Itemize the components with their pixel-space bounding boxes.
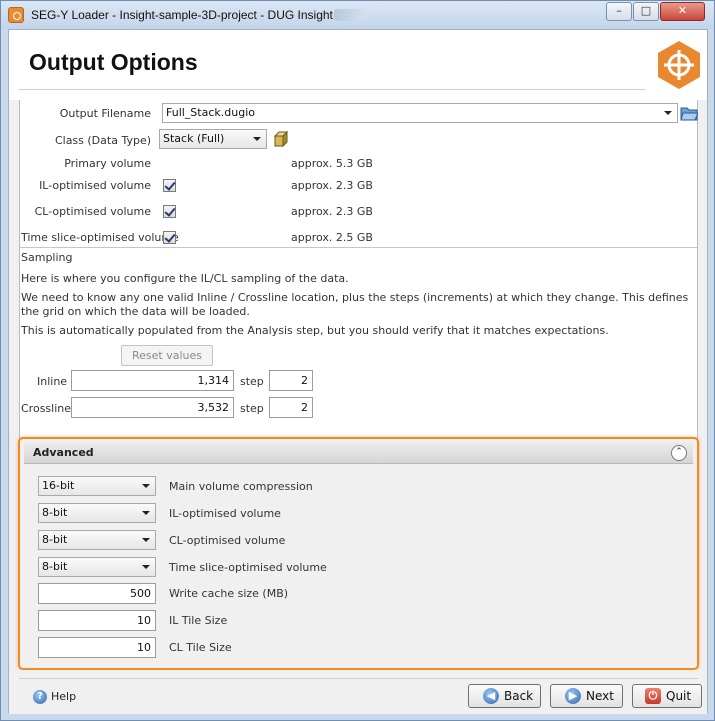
quit-button[interactable]: ⏻ Quit — [632, 684, 702, 708]
cl-optimised-compression-label: CL-optimised volume — [169, 534, 286, 547]
quit-button-label: Quit — [666, 689, 692, 703]
time-slice-compression-label: Time slice-optimised volume — [169, 561, 327, 574]
main-volume-compression-value: 16-bit — [42, 479, 75, 492]
sampling-intro-text: Here is where you configure the IL/CL sa… — [21, 272, 349, 285]
il-optimised-compression-value: 8-bit — [42, 506, 68, 519]
cl-optimised-compression-select[interactable]: 8-bit — [38, 530, 156, 550]
advanced-panel: Advanced ⌃ 16-bit Main volume compressio… — [18, 437, 699, 670]
write-cache-size-label: Write cache size (MB) — [169, 587, 289, 600]
primary-volume-label: Primary volume — [64, 157, 151, 170]
il-optimised-compression-label: IL-optimised volume — [169, 507, 281, 520]
cl-tile-size-label: CL Tile Size — [169, 641, 232, 654]
cl-optimised-volume-size: approx. 2.3 GB — [291, 205, 373, 218]
back-button-label: Back — [504, 689, 534, 703]
inline-label: Inline — [37, 375, 68, 388]
power-icon: ⏻ — [645, 688, 661, 704]
title-bar: SEG-Y Loader - Insight-sample-3D-project… — [1, 1, 714, 29]
inline-step-field[interactable]: 2 — [269, 370, 313, 391]
time-slice-optimised-volume-checkbox[interactable] — [163, 231, 176, 244]
output-filename-combo[interactable]: Full_Stack.dugio — [162, 103, 678, 123]
app-window: SEG-Y Loader - Insight-sample-3D-project… — [0, 0, 715, 721]
chevron-down-icon — [253, 137, 261, 141]
minimize-button[interactable]: – — [606, 2, 632, 21]
time-slice-compression-select[interactable]: 8-bit — [38, 557, 156, 577]
next-button[interactable]: ▶ Next — [550, 684, 623, 708]
options-form: Output Filename Full_Stack.dugio Class (… — [19, 100, 698, 440]
wizard-footer: ? Help ◀ Back ▶ Next ⏻ Quit — [9, 670, 707, 714]
output-filename-label: Output Filename — [59, 107, 151, 120]
class-data-type-value: Stack (Full) — [163, 132, 225, 145]
cl-optimised-compression-value: 8-bit — [42, 533, 68, 546]
time-slice-optimised-volume-label: Time slice-optimised volume — [21, 231, 179, 244]
inline-step-label: step — [240, 375, 264, 388]
main-volume-compression-select[interactable]: 16-bit — [38, 476, 156, 496]
crossline-step-field[interactable]: 2 — [269, 397, 313, 418]
reset-values-button[interactable]: Reset values — [121, 345, 213, 366]
cl-optimised-volume-checkbox[interactable] — [163, 205, 176, 218]
help-link[interactable]: Help — [51, 690, 76, 703]
header-divider — [19, 89, 645, 90]
next-arrow-icon: ▶ — [565, 688, 581, 704]
page-title: Output Options — [29, 49, 198, 75]
maximize-button[interactable]: □ — [633, 2, 659, 21]
collapse-up-icon[interactable]: ⌃ — [671, 445, 687, 461]
chevron-down-icon — [142, 538, 150, 542]
back-arrow-icon: ◀ — [483, 688, 499, 704]
dug-insight-logo-icon — [658, 41, 700, 89]
primary-volume-size: approx. 5.3 GB — [291, 157, 373, 170]
help-icon[interactable]: ? — [33, 690, 47, 704]
sampling-grid-text: We need to know any one valid Inline / C… — [21, 291, 689, 318]
time-slice-compression-value: 8-bit — [42, 560, 68, 573]
crossline-step-label: step — [240, 402, 264, 415]
folder-open-icon[interactable] — [680, 104, 698, 121]
crossline-label: Crossline — [21, 402, 72, 415]
window-title: SEG-Y Loader - Insight-sample-3D-project… — [31, 8, 333, 22]
inline-field[interactable]: 1,314 — [71, 370, 234, 391]
chevron-down-icon — [664, 111, 672, 115]
crossline-field[interactable]: 3,532 — [71, 397, 234, 418]
title-redaction — [334, 9, 364, 21]
footer-divider — [19, 678, 698, 679]
il-tile-size-field[interactable]: 10 — [38, 610, 156, 631]
il-optimised-volume-checkbox[interactable] — [163, 179, 176, 192]
app-icon — [8, 7, 24, 23]
close-button[interactable]: ✕ — [660, 2, 705, 21]
chevron-down-icon — [142, 484, 150, 488]
section-divider — [20, 247, 697, 248]
cube-icon[interactable] — [273, 131, 289, 147]
time-slice-optimised-volume-size: approx. 2.5 GB — [291, 231, 373, 244]
sampling-section-label: Sampling — [21, 251, 73, 264]
il-tile-size-label: IL Tile Size — [169, 614, 228, 627]
advanced-title: Advanced — [33, 446, 94, 459]
back-button[interactable]: ◀ Back — [468, 684, 541, 708]
il-optimised-volume-size: approx. 2.3 GB — [291, 179, 373, 192]
output-filename-value: Full_Stack.dugio — [166, 106, 255, 119]
advanced-header[interactable]: Advanced ⌃ — [24, 442, 693, 464]
chevron-down-icon — [142, 511, 150, 515]
class-data-type-select[interactable]: Stack (Full) — [159, 129, 267, 149]
class-data-type-label: Class (Data Type) — [54, 134, 151, 147]
main-volume-compression-label: Main volume compression — [169, 480, 313, 493]
next-button-label: Next — [586, 689, 614, 703]
il-optimised-volume-label: IL-optimised volume — [39, 179, 151, 192]
cl-optimised-volume-label: CL-optimised volume — [34, 205, 151, 218]
write-cache-size-field[interactable]: 500 — [38, 583, 156, 604]
wizard-panel: Output Options Output Filename Full_Stac… — [8, 29, 708, 714]
chevron-down-icon — [142, 565, 150, 569]
sampling-verify-text: This is automatically populated from the… — [21, 324, 609, 337]
il-optimised-compression-select[interactable]: 8-bit — [38, 503, 156, 523]
cl-tile-size-field[interactable]: 10 — [38, 637, 156, 658]
page-header: Output Options — [9, 30, 707, 100]
